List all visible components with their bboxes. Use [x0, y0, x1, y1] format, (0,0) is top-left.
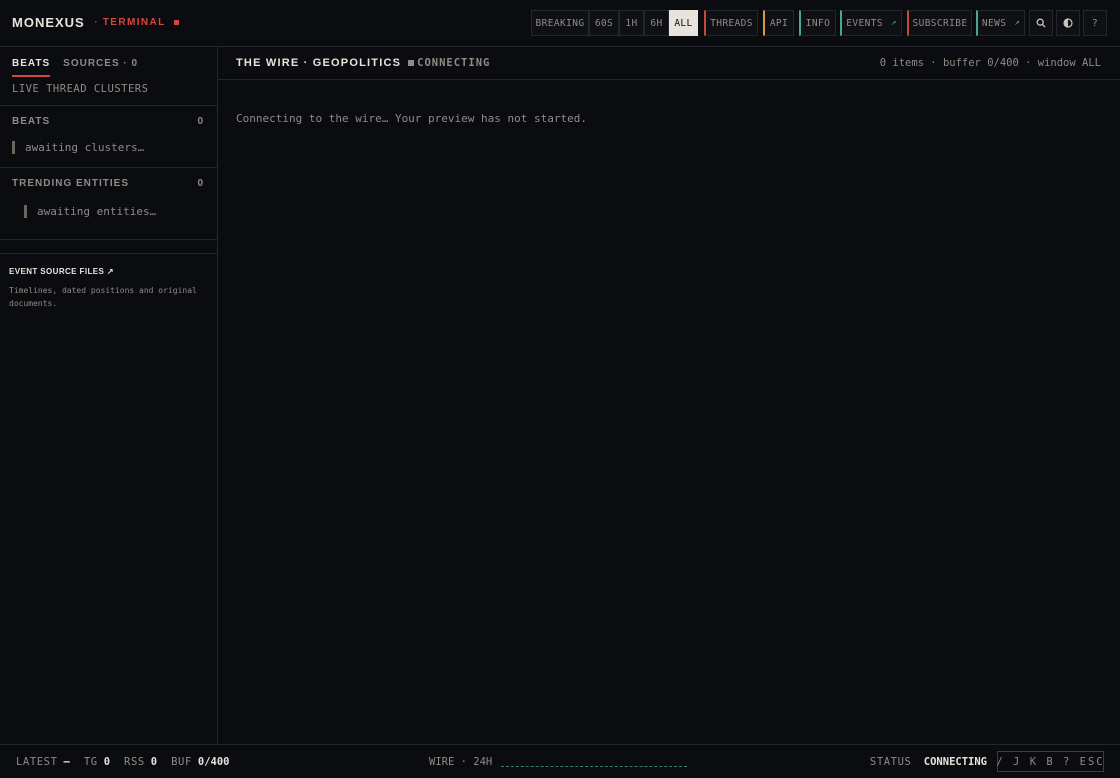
wire-empty-message: Connecting to the wire… Your preview has… — [236, 112, 587, 125]
subscribe-button[interactable]: SUBSCRIBE — [907, 10, 972, 36]
wire-title: THE WIRE · GEOPOLITICS — [236, 57, 402, 69]
filter-breaking-button[interactable]: BREAKING — [531, 10, 589, 36]
entities-placeholder-text: awaiting entities… — [37, 205, 157, 218]
beats-section-title: BEATS — [12, 116, 51, 127]
entities-placeholder: awaiting entities… — [24, 205, 156, 218]
wire-status: CONNECTING — [417, 57, 491, 69]
top-bar: MONEXUS · TERMINAL BREAKING 60S 1H 6H AL… — [0, 0, 1120, 47]
event-source-files-description: Timelines, dated positions and original … — [9, 286, 197, 308]
beats-section-header: BEATS 0 — [12, 116, 204, 127]
status-label: STATUS — [869, 756, 912, 768]
rss-value: 0 — [150, 756, 158, 768]
divider — [0, 167, 217, 168]
events-link[interactable]: EVENTS ↗ — [840, 10, 902, 36]
brand-name: MONEXUS — [12, 15, 85, 30]
threads-button[interactable]: THREADS — [704, 10, 758, 36]
bullet-bar-icon — [12, 141, 15, 154]
tg-value: 0 — [103, 756, 111, 768]
brand-tag: TERMINAL — [102, 17, 166, 28]
latest-label: LATEST — [16, 756, 58, 768]
search-icon — [1036, 18, 1046, 28]
window-all-button[interactable]: ALL — [669, 10, 698, 36]
bullet-bar-icon — [24, 205, 27, 218]
info-button[interactable]: INFO — [799, 10, 836, 36]
tg-label: TG — [83, 756, 98, 768]
tab-sources[interactable]: SOURCES · 0 — [63, 58, 138, 77]
beats-placeholder-text: awaiting clusters… — [25, 141, 145, 154]
beats-count: 0 — [197, 116, 204, 127]
rss-label: RSS — [124, 756, 145, 768]
divider — [0, 253, 217, 254]
app-root: MONEXUS · TERMINAL BREAKING 60S 1H 6H AL… — [0, 0, 1120, 778]
news-link[interactable]: NEWS ↗ — [976, 10, 1025, 36]
wire-panel: THE WIRE · GEOPOLITICS CONNECTING 0 item… — [218, 47, 1120, 744]
connection-status: STATUS CONNECTING — [870, 756, 987, 768]
window-60s-button[interactable]: 60S — [589, 10, 619, 36]
brand-separator: · — [92, 17, 99, 28]
api-button[interactable]: API — [763, 10, 794, 36]
contrast-icon — [1063, 18, 1073, 28]
external-link-icon: ↗ — [890, 18, 897, 28]
events-label: EVENTS — [846, 17, 883, 29]
live-indicator-icon — [173, 20, 179, 25]
help-button[interactable]: ? — [1083, 10, 1107, 36]
event-source-files-link[interactable]: EVENT SOURCE FILES ↗ — [9, 267, 114, 276]
external-link-icon: ↗ — [1014, 18, 1021, 28]
latest-value: — — [63, 756, 70, 768]
footer-stats: LATEST — TG 0 RSS 0 BUF 0/400 — [16, 756, 244, 768]
buf-label: BUF — [171, 756, 192, 768]
tab-beats[interactable]: BEATS — [12, 58, 51, 77]
wire-activity: WIRE · 24H — [429, 756, 688, 768]
theme-toggle-button[interactable] — [1056, 10, 1080, 36]
sidebar: BEATS SOURCES · 0 LIVE THREAD CLUSTERS B… — [0, 47, 218, 744]
wire-meta: 0 items · buffer 0/400 · window ALL — [879, 57, 1101, 69]
wire-activity-label: WIRE · 24H — [429, 756, 493, 768]
entities-section-header: TRENDING ENTITIES 0 — [12, 178, 204, 189]
window-1h-button[interactable]: 1H — [619, 10, 644, 36]
window-6h-button[interactable]: 6H — [644, 10, 669, 36]
entities-count: 0 — [197, 178, 204, 189]
divider — [0, 105, 217, 106]
brand[interactable]: MONEXUS · TERMINAL — [12, 15, 179, 30]
entities-section-title: TRENDING ENTITIES — [12, 178, 130, 189]
keyboard-shortcuts-hint[interactable]: / J K B ? ESC — [996, 751, 1104, 772]
beats-placeholder: awaiting clusters… — [12, 141, 144, 154]
status-value: CONNECTING — [923, 756, 987, 768]
buf-value: 0/400 — [197, 756, 230, 768]
sidebar-subtitle: LIVE THREAD CLUSTERS — [12, 83, 149, 95]
news-label: NEWS — [981, 17, 1007, 29]
divider — [0, 239, 217, 240]
activity-sparkline — [501, 761, 688, 767]
status-bar: LATEST — TG 0 RSS 0 BUF 0/400 WIRE · 24H… — [0, 744, 1120, 778]
wire-header: THE WIRE · GEOPOLITICS CONNECTING 0 item… — [218, 47, 1120, 80]
sidebar-tabs: BEATS SOURCES · 0 — [12, 58, 138, 77]
status-square-icon — [408, 60, 415, 66]
wire-title-group: THE WIRE · GEOPOLITICS CONNECTING — [236, 57, 490, 69]
search-button[interactable] — [1029, 10, 1053, 36]
